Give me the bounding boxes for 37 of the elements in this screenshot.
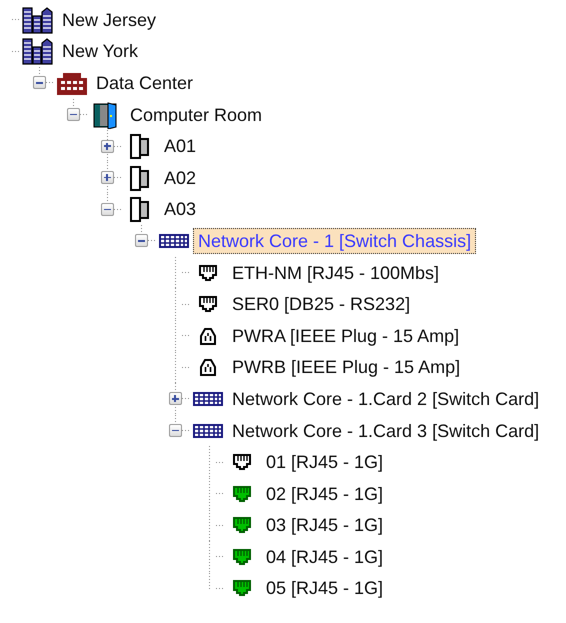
plug-icon: [199, 358, 217, 376]
tree-item[interactable]: New York: [57, 38, 144, 64]
tree-item[interactable]: PWRB [IEEE Plug - 15 Amp]: [227, 354, 466, 380]
collapse-button[interactable]: [32, 76, 46, 90]
tree-item[interactable]: 05 [RJ45 - 1G]: [261, 575, 388, 602]
collapse-button[interactable]: [168, 424, 182, 438]
expand-button[interactable]: [168, 392, 182, 406]
tree-item[interactable]: New Jersey: [57, 6, 162, 33]
tree-item[interactable]: A02: [159, 164, 202, 191]
plug-icon: [199, 326, 217, 345]
tree-item[interactable]: PWRA [IEEE Plug - 15 Amp]: [227, 322, 464, 349]
tree-item[interactable]: Computer Room: [125, 102, 268, 128]
grid-icon: [193, 392, 223, 406]
tree-item[interactable]: Network Core - 1.Card 3 [Switch Card]: [227, 418, 544, 444]
tree-item[interactable]: Data Center: [91, 70, 198, 96]
tree-item[interactable]: 01 [RJ45 - 1G]: [261, 449, 388, 476]
tree-item[interactable]: 04 [RJ45 - 1G]: [261, 544, 388, 570]
cabinet-icon: [128, 196, 152, 222]
city-icon: [22, 6, 54, 34]
collapse-button[interactable]: [134, 234, 148, 248]
tree-item[interactable]: Network Core - 1 [Switch Chassis]: [193, 228, 476, 254]
tree-item[interactable]: 02 [RJ45 - 1G]: [261, 480, 388, 507]
cabinet-icon: [128, 164, 152, 191]
expand-button[interactable]: [100, 171, 114, 184]
tree-item[interactable]: A03: [159, 196, 202, 222]
collapse-button[interactable]: [100, 202, 114, 216]
cabinet-icon: [128, 133, 152, 160]
tree-item[interactable]: A01: [159, 133, 202, 160]
tree-item[interactable]: SER0 [DB25 - RS232]: [227, 291, 416, 318]
expand-button[interactable]: [100, 140, 114, 153]
grid-icon: [193, 424, 223, 438]
collapse-button[interactable]: [66, 108, 80, 122]
tree-item[interactable]: 03 [RJ45 - 1G]: [261, 512, 388, 538]
grid-icon: [159, 234, 189, 248]
tree-item[interactable]: ETH-NM [RJ45 - 100Mbs]: [227, 260, 444, 286]
city-icon: [22, 37, 54, 66]
tree-item[interactable]: Network Core - 1.Card 2 [Switch Card]: [227, 386, 544, 412]
